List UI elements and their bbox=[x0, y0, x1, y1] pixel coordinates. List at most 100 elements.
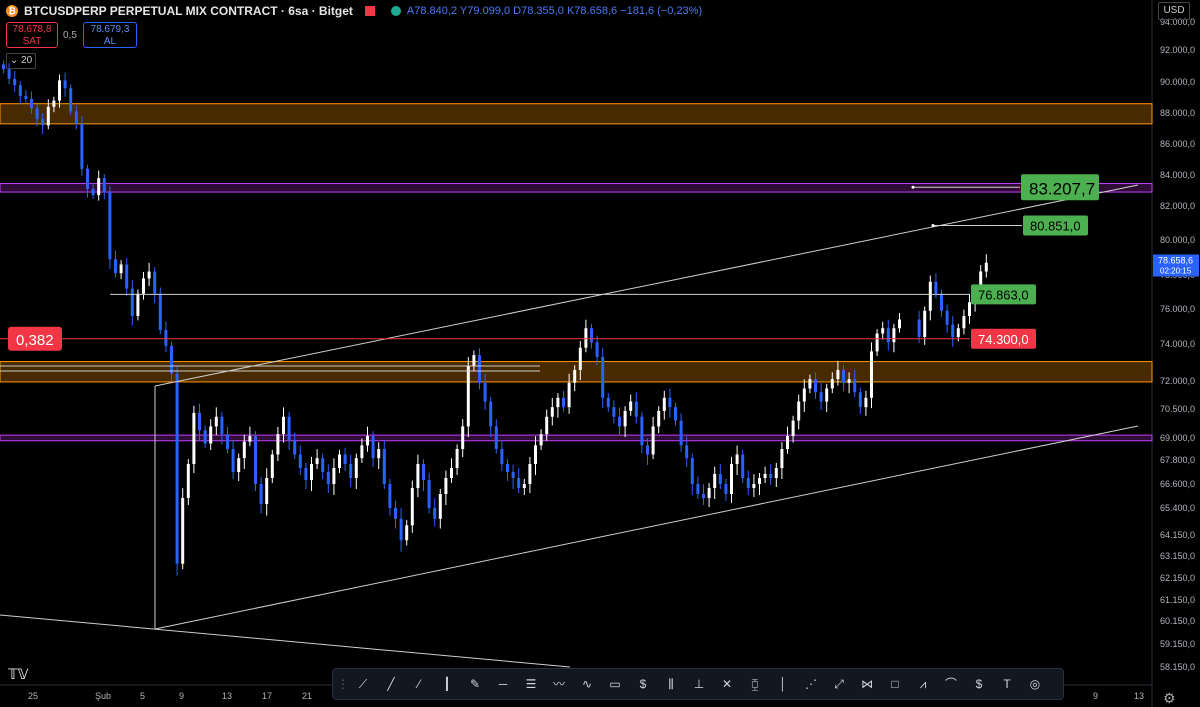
candle-body bbox=[511, 472, 515, 478]
candle-body bbox=[214, 416, 218, 427]
indicator-count: 20 bbox=[21, 55, 33, 66]
pattern-icon[interactable]: ✕ bbox=[719, 676, 735, 692]
horizontal-ray-icon[interactable]: ─ bbox=[495, 676, 511, 692]
candle-body bbox=[326, 472, 330, 484]
indicator-toggle[interactable]: ⌄ 20 bbox=[6, 53, 36, 69]
candle-body bbox=[360, 445, 364, 459]
x-tick-label: 21 bbox=[302, 691, 312, 701]
level-text-74300: 74.300,0 bbox=[978, 332, 1029, 347]
brush-tool-icon[interactable]: 〰 bbox=[551, 676, 567, 692]
candle-body bbox=[310, 464, 313, 480]
fib-label-text: 0,382 bbox=[16, 332, 54, 349]
fib-fan-icon[interactable]: ⋰ bbox=[803, 676, 819, 692]
y-tick-label: 88.000,0 bbox=[1160, 108, 1195, 118]
candle-body bbox=[573, 369, 577, 383]
candle-body bbox=[265, 478, 269, 504]
y-tick-label: 74.000,0 bbox=[1160, 339, 1195, 349]
bar-pattern-icon[interactable]: ⧮ bbox=[747, 676, 763, 692]
candle-body bbox=[192, 412, 196, 464]
drag-handle-icon[interactable]: ⋮ bbox=[335, 676, 351, 692]
sell-button[interactable]: 78.678,8 SAT bbox=[6, 22, 58, 48]
candle-body bbox=[786, 436, 789, 449]
candle-body bbox=[746, 478, 750, 488]
rectangle-tool-icon[interactable]: □ bbox=[887, 676, 903, 692]
candle-body bbox=[956, 328, 960, 337]
price-label-icon[interactable]: $ bbox=[971, 676, 987, 692]
candle-body bbox=[30, 99, 33, 109]
price-range-icon[interactable]: $ bbox=[635, 676, 651, 692]
text-tool-icon[interactable]: T bbox=[999, 676, 1015, 692]
y-tick-label: 82.000,0 bbox=[1160, 201, 1195, 211]
candle-body bbox=[405, 525, 409, 541]
candle-body bbox=[550, 407, 554, 417]
flag-icon[interactable] bbox=[364, 6, 375, 16]
bars-pattern-icon[interactable]: ┃ bbox=[439, 676, 455, 692]
curve-icon[interactable]: ⌒ bbox=[943, 676, 959, 692]
candle-body bbox=[332, 468, 336, 484]
candle-body bbox=[422, 464, 425, 480]
buy-button[interactable]: 78.679,3 AL bbox=[83, 22, 137, 48]
candle-body bbox=[114, 259, 117, 274]
descending-trendline[interactable] bbox=[0, 614, 571, 668]
candle-body bbox=[718, 474, 722, 484]
candle-body bbox=[35, 108, 39, 120]
abcd-icon[interactable]: ⋈ bbox=[859, 676, 875, 692]
ray-tool-icon[interactable]: ╱ bbox=[383, 676, 399, 692]
candle-body bbox=[270, 454, 274, 478]
trendline-tool-icon[interactable]: ⟋ bbox=[355, 676, 371, 692]
target-text-83207: 83.207,7 bbox=[1029, 179, 1095, 198]
y-tick-label: 65.400,0 bbox=[1160, 503, 1195, 513]
candle-body bbox=[662, 397, 666, 411]
candle-body bbox=[130, 288, 134, 316]
candle-body bbox=[394, 508, 397, 519]
candle-body bbox=[494, 426, 498, 449]
wave-icon[interactable]: ⩘ bbox=[915, 676, 931, 692]
target-dot-83207 bbox=[911, 185, 915, 189]
long-position-icon[interactable]: ▭ bbox=[607, 676, 623, 692]
polyline-icon[interactable]: ⤢ bbox=[831, 676, 847, 692]
candle-body bbox=[730, 464, 733, 494]
candle-body bbox=[668, 397, 672, 408]
x-tick-label: Şub bbox=[95, 691, 111, 701]
tradingview-logo[interactable]: 𝕋𝕍 bbox=[8, 666, 29, 683]
candle-body bbox=[651, 426, 655, 455]
candle-body bbox=[875, 333, 879, 352]
candle-body bbox=[478, 355, 481, 383]
extended-line-tool-icon[interactable]: ⁄ bbox=[411, 676, 427, 692]
pencil-tool-icon[interactable]: ✎ bbox=[467, 676, 483, 692]
price-chart[interactable]: 76.863,074.300,00,38283.207,780.851,094.… bbox=[0, 0, 1200, 707]
lower-trendline[interactable] bbox=[154, 425, 1139, 630]
candle-body bbox=[500, 449, 504, 464]
candle-body bbox=[545, 416, 549, 435]
parallel-channel-icon[interactable]: ☰ bbox=[523, 676, 539, 692]
candles-icon[interactable]: ⫼ bbox=[663, 676, 679, 692]
candle-body bbox=[528, 464, 532, 484]
candle-body bbox=[917, 319, 921, 337]
candle-body bbox=[170, 345, 173, 374]
candle-body bbox=[623, 410, 627, 427]
y-tick-label: 70.500,0 bbox=[1160, 404, 1195, 414]
measure-icon[interactable]: ⊥ bbox=[691, 676, 707, 692]
candle-body bbox=[984, 262, 988, 272]
candle-body bbox=[968, 302, 971, 316]
y-tick-label: 58.150,0 bbox=[1160, 662, 1195, 672]
candle-body bbox=[864, 397, 868, 408]
symbol-title[interactable]: BTCUSDPERP PERPETUAL MIX CONTRACT · 6sa … bbox=[24, 4, 353, 18]
candle-body bbox=[371, 436, 375, 459]
candle-body bbox=[629, 401, 633, 411]
x-tick-label: 13 bbox=[222, 691, 232, 701]
candle-body bbox=[399, 518, 403, 541]
orange-zone bbox=[0, 103, 1153, 125]
candle-body bbox=[13, 78, 17, 86]
currency-selector[interactable]: USD bbox=[1158, 2, 1190, 20]
candle-body bbox=[769, 474, 773, 478]
circle-settings-icon[interactable]: ◎ bbox=[1027, 676, 1043, 692]
settings-gear-icon[interactable]: ⚙ bbox=[1163, 690, 1176, 707]
candle-body bbox=[836, 369, 840, 380]
candle-body bbox=[164, 330, 168, 346]
vertical-line-icon[interactable]: │ bbox=[775, 676, 791, 692]
path-tool-icon[interactable]: ∿ bbox=[579, 676, 595, 692]
candle-body bbox=[343, 454, 347, 464]
buy-price: 78.679,3 bbox=[90, 24, 130, 35]
x-tick-label: 5 bbox=[140, 691, 145, 701]
